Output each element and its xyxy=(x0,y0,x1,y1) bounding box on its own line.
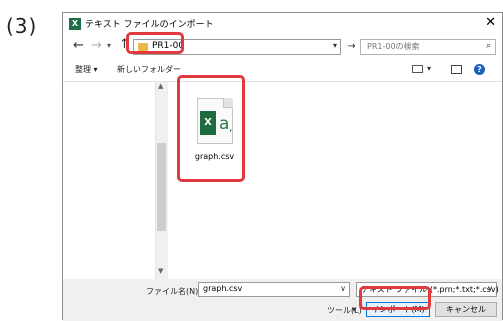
command-bar: 整理 ▾ 新しいフォルダー ▾ ? xyxy=(63,59,502,82)
window-title: テキスト ファイルのインポート xyxy=(85,20,214,30)
import-dialog: X テキスト ファイルのインポート ✕ ← → ▾ ↑ PR1-00 ▾ → P… xyxy=(62,12,503,321)
new-folder-button[interactable]: 新しいフォルダー xyxy=(117,64,181,75)
navigation-pane[interactable] xyxy=(63,82,155,279)
close-icon[interactable]: ✕ xyxy=(485,15,496,30)
search-icon[interactable]: ⌕ xyxy=(486,41,491,51)
tools-button[interactable]: ツール(L) xyxy=(327,305,362,316)
scroll-up-icon[interactable]: ▲ xyxy=(158,82,163,90)
excel-app-icon: X xyxy=(69,18,81,30)
organize-button[interactable]: 整理 ▾ xyxy=(75,64,98,75)
file-highlight-box xyxy=(177,75,245,182)
file-type-chevron-icon[interactable]: ∨ xyxy=(487,284,493,293)
search-placeholder: PR1-00の検索 xyxy=(367,42,420,51)
preview-pane-icon[interactable] xyxy=(451,65,462,74)
go-arrow-icon[interactable]: → xyxy=(344,39,359,55)
forward-arrow-icon[interactable]: → xyxy=(91,38,102,53)
view-chevron-icon[interactable]: ▾ xyxy=(427,64,431,73)
search-input[interactable]: PR1-00の検索 ⌕ xyxy=(360,39,496,55)
cancel-button[interactable]: キャンセル xyxy=(435,302,497,317)
back-arrow-icon[interactable]: ← xyxy=(73,38,84,53)
filename-value: graph.csv xyxy=(203,284,243,293)
scroll-down-icon[interactable]: ▼ xyxy=(158,267,163,275)
pane-divider[interactable] xyxy=(155,82,156,279)
scrollbar-thumb[interactable] xyxy=(157,143,166,231)
recent-locations-chevron-icon[interactable]: ▾ xyxy=(107,41,111,50)
filename-chevron-icon[interactable]: ∨ xyxy=(340,284,346,293)
address-chevron-icon[interactable]: ▾ xyxy=(333,41,337,50)
help-icon[interactable]: ? xyxy=(474,64,485,75)
import-highlight-box xyxy=(359,286,431,310)
filename-label: ファイル名(N): xyxy=(146,287,201,296)
step-number: (3) xyxy=(6,14,38,38)
filename-field[interactable]: graph.csv ∨ xyxy=(198,282,350,297)
view-options-icon[interactable] xyxy=(412,65,423,73)
tools-chevron-icon[interactable]: ▾ xyxy=(352,305,356,314)
dialog-footer: ファイル名(N): graph.csv ∨ テキスト ファイル (*.prn;*… xyxy=(63,279,502,321)
address-highlight-box xyxy=(126,32,184,54)
